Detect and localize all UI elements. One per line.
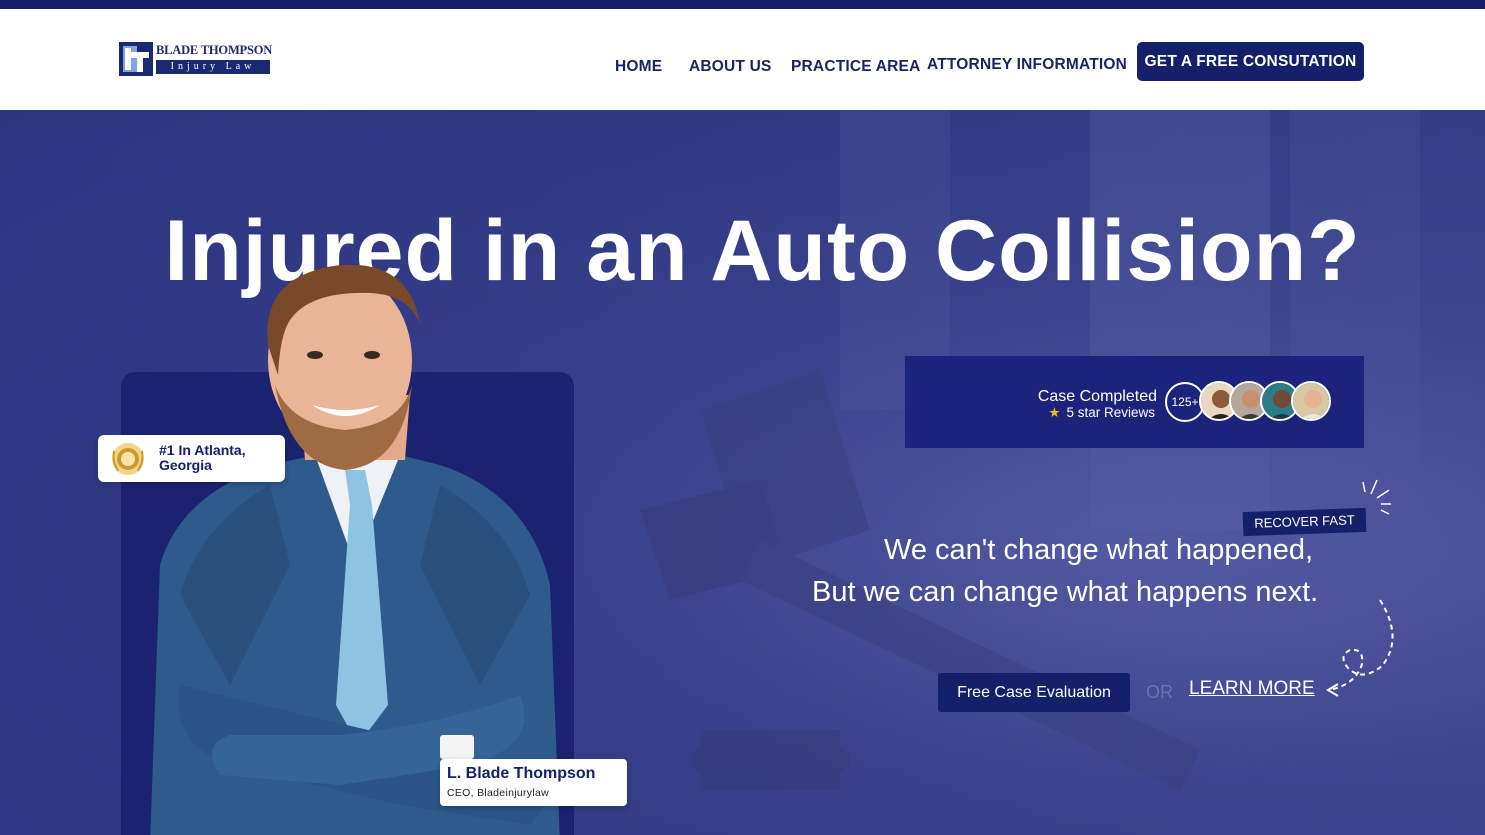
- logo-subtitle: Injury Law: [156, 60, 270, 74]
- learn-more-link[interactable]: LEARN MORE: [1189, 678, 1315, 700]
- nav-about-us[interactable]: ABOUT US: [689, 58, 772, 76]
- award-seal-icon: [112, 443, 144, 475]
- curly-arrow-icon: [1326, 599, 1394, 697]
- top-accent-bar: [0, 0, 1485, 9]
- nav-home[interactable]: HOME: [615, 58, 662, 76]
- brand-logo[interactable]: BLADE THOMPSON Injury Law: [119, 41, 273, 77]
- attorney-role: CEO, Bladeinjurylaw: [447, 787, 549, 799]
- ranking-badge: #1 In Atlanta, Georgia: [98, 435, 285, 482]
- free-case-evaluation-button[interactable]: Free Case Evaluation: [938, 673, 1130, 712]
- cases-title: Case Completed: [1037, 388, 1157, 405]
- tagline-line-2: But we can change what happens next.: [812, 576, 1319, 608]
- ranking-badge-text: #1 In Atlanta, Georgia: [159, 442, 246, 473]
- logo-name: BLADE THOMPSON: [156, 43, 273, 57]
- nav-attorney-information[interactable]: ATTORNEY INFORMATION: [927, 56, 1127, 74]
- attorney-name: L. Blade Thompson: [447, 765, 596, 782]
- attorney-name-card: L. Blade Thompson CEO, Bladeinjurylaw: [440, 759, 627, 806]
- site-header: BLADE THOMPSON Injury Law HOME ABOUT US …: [0, 9, 1485, 110]
- logo-mark-icon: [119, 42, 153, 76]
- attorney-portrait-image: [150, 265, 560, 835]
- free-consultation-button[interactable]: GET A FREE CONSUTATION: [1137, 42, 1364, 81]
- reviews-line: ★ 5 star Reviews: [1048, 405, 1155, 421]
- recover-fast-badge: RECOVER FAST: [1242, 507, 1367, 537]
- tagline-line-1: We can't change what happened,: [884, 534, 1314, 566]
- reviews-text: 5 star Reviews: [1066, 405, 1155, 420]
- sparkle-lines-icon: [1362, 479, 1391, 515]
- client-avatar: [1291, 381, 1331, 421]
- nav-practice-area[interactable]: PRACTICE AREA: [791, 58, 920, 76]
- or-separator: OR: [1146, 682, 1173, 702]
- star-icon: ★: [1048, 405, 1061, 420]
- cases-completed-box: Case Completed ★ 5 star Reviews 125+: [905, 356, 1364, 448]
- hero-section: Injured in an Auto Collision? #1 In Atla…: [0, 110, 1485, 835]
